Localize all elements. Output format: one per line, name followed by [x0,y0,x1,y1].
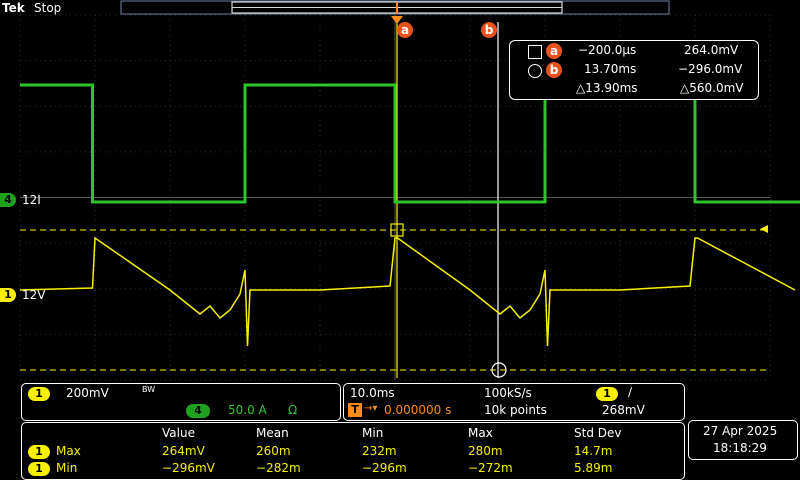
horizontal-trigger-panel[interactable]: 10.0ms 100kS/s 1 ∕ T →▾ 0.000000 s 10k p… [343,383,685,421]
cursor-b-circle-icon [528,64,542,78]
horizontal-delay[interactable]: 0.000000 s [384,403,451,417]
timebase[interactable]: 10.0ms [350,386,395,400]
cursor-b-time: 13.70ms [584,62,637,76]
meas-header-min: Min [362,426,384,440]
cursor-readout: a −200.0µs 264.0mV b 13.70ms −296.0mV △1… [509,40,759,100]
measurements-table[interactable]: Value Mean Min Max Std Dev 1 Max 264mV 2… [21,422,685,480]
ch1-scale[interactable]: 200mV [66,386,109,400]
meas-row-max-value: 264mV [162,444,205,458]
meas-header-stddev: Std Dev [574,426,622,440]
date: 27 Apr 2025 [703,424,778,438]
cursor-a-square-icon [528,45,542,59]
ch4-trace [20,83,800,204]
meas-row-min-badge[interactable]: 1 [28,462,50,476]
ch4-label: 12I [22,193,41,207]
meas-row-max-badge[interactable]: 1 [28,445,50,459]
meas-row-max-stddev: 14.7m [574,444,613,458]
meas-row-max-min: 232m [362,444,397,458]
trigger-level-icon [760,225,768,233]
meas-header-mean: Mean [256,426,289,440]
cursor-b-readout-badge: b [546,62,562,78]
cursor-a-time: −200.0µs [578,43,637,57]
channel-scale-panel[interactable]: 1 200mV BW 4 50.0 A Ω [21,383,341,421]
time: 18:18:29 [713,441,767,455]
trigger-slope-icon: ∕ [628,385,633,399]
trigger-marker-icon: T [348,403,362,417]
cursor-a-badge[interactable]: a [397,22,413,38]
ch4-marker[interactable]: 4 [0,193,16,207]
meas-row-min-name[interactable]: Min [56,461,77,475]
ch4-scale-badge[interactable]: 4 [186,404,210,418]
ch1-trace [19,236,796,347]
ohm-icon: Ω [288,403,298,417]
bandwidth-limit-icon: BW [142,385,156,394]
datetime-panel[interactable]: 27 Apr 2025 18:18:29 [688,420,798,460]
ch1-scale-badge[interactable]: 1 [28,387,50,401]
meas-row-min-max: −272m [468,461,513,475]
cursor-b-volt: −296.0mV [678,62,743,76]
meas-row-min-mean: −282m [256,461,301,475]
meas-row-min-stddev: 5.89m [574,461,613,475]
meas-header-max: Max [468,426,493,440]
ch1-label: 12V [22,288,46,302]
meas-row-max-name[interactable]: Max [56,444,81,458]
trigger-arrow-icon: →▾ [364,403,378,414]
cursor-a-readout-badge: a [546,43,562,59]
meas-row-min-value: −296mV [162,461,215,475]
meas-row-max-max: 280m [468,444,503,458]
ch1-marker[interactable]: 1 [0,288,16,302]
trigger-source-badge[interactable]: 1 [596,387,618,401]
cursor-delta-volt: △560.0mV [680,81,744,95]
meas-row-min-min: −296m [362,461,407,475]
meas-header-value: Value [162,426,195,440]
cursor-b-badge[interactable]: b [481,22,497,38]
cursor-delta-time: △13.90ms [576,81,638,95]
ch4-scale[interactable]: 50.0 A [228,403,267,417]
sample-rate: 100kS/s [484,386,532,400]
cursor-a-volt: 264.0mV [684,43,739,57]
trigger-level[interactable]: 268mV [602,403,645,417]
meas-row-max-mean: 260m [256,444,291,458]
record-length: 10k points [484,403,547,417]
